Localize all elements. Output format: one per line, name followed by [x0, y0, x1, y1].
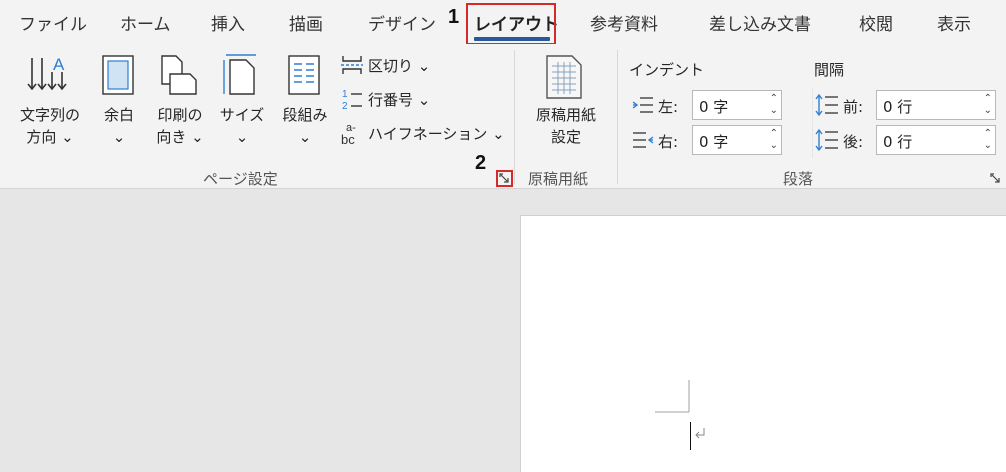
ribbon-tab-bar: ファイル ホーム 挿入 描画 デザイン レイアウト 参考資料 差し込み文書 校閲… — [0, 0, 1006, 45]
group-divider — [514, 50, 515, 184]
spacing-after-value: 0 行 — [883, 133, 913, 151]
tab-design[interactable]: デザイン — [368, 10, 436, 35]
spin-up-icon[interactable]: ⌃ — [770, 129, 778, 139]
tab-mailings[interactable]: 差し込み文書 — [709, 10, 811, 35]
spin-down-icon[interactable]: ⌄ — [984, 141, 992, 151]
paragraph-mark-icon — [695, 428, 705, 439]
columns-icon — [288, 55, 320, 95]
spacing-before-label: 前: — [843, 98, 864, 116]
tab-insert[interactable]: 挿入 — [211, 10, 245, 35]
tab-file[interactable]: ファイル — [19, 10, 87, 35]
tab-home[interactable]: ホーム — [120, 10, 171, 35]
page-size-icon — [223, 54, 256, 95]
manuscript-settings-label-1: 原稿用紙 — [535, 106, 596, 124]
indent-right-spinner[interactable]: 0 字 ⌃ ⌄ — [692, 125, 782, 155]
spacing-heading: 間隔 — [814, 61, 845, 79]
indent-heading: インデント — [629, 61, 705, 79]
hyphenation-icon: a- bc — [341, 122, 356, 146]
manuscript-settings-button[interactable]: 原稿用紙 設定 — [526, 104, 606, 148]
columns-button[interactable]: 段組み ⌄ — [274, 104, 336, 148]
svg-text:A: A — [53, 55, 65, 74]
margins-button[interactable]: 余白 ⌄ — [94, 104, 144, 148]
orientation-icon — [161, 55, 197, 95]
text-direction-icon: A — [27, 55, 67, 91]
page-setup-group-label: ページ設定 — [203, 170, 278, 188]
columns-label-1: 段組み — [282, 106, 328, 124]
svg-text:2: 2 — [342, 101, 348, 111]
breaks-icon — [341, 56, 363, 74]
margins-icon — [102, 55, 134, 95]
manuscript-group-label: 原稿用紙 — [528, 170, 589, 188]
indent-left-label: 左: — [658, 98, 679, 116]
text-cursor — [690, 422, 691, 450]
annotation-highlight-box — [466, 3, 556, 45]
svg-text:1: 1 — [342, 89, 348, 100]
orientation-label-2: 向き ⌄ — [156, 128, 204, 146]
spin-down-icon[interactable]: ⌄ — [770, 141, 778, 151]
tab-draw[interactable]: 描画 — [289, 10, 323, 35]
spin-up-icon[interactable]: ⌃ — [770, 94, 778, 104]
text-direction-button[interactable]: 文字列の 方向 ⌄ — [14, 104, 86, 148]
annotation-step-2: 2 — [475, 152, 487, 174]
indent-left-value: 0 字 — [699, 98, 729, 116]
spin-up-icon[interactable]: ⌃ — [984, 129, 992, 139]
indent-right-icon — [633, 132, 654, 148]
spin-down-icon[interactable]: ⌄ — [984, 106, 992, 116]
line-numbers-icon: 1 2 — [342, 89, 362, 111]
spacing-before-spinner[interactable]: 0 行 ⌃ ⌄ — [876, 90, 996, 120]
breaks-button[interactable]: 区切り ⌄ — [368, 55, 430, 76]
spacing-before-icon — [815, 93, 838, 117]
annotation-highlight-box — [496, 170, 513, 187]
paragraph-group-label: 段落 — [783, 170, 814, 188]
page-size-button[interactable]: サイズ ⌄ — [214, 104, 270, 148]
orientation-label-1: 印刷の — [157, 106, 203, 124]
tab-view[interactable]: 表示 — [937, 10, 971, 35]
margins-label-1: 余白 — [103, 106, 134, 124]
annotation-step-1: 1 — [448, 6, 460, 28]
indent-right-value: 0 字 — [699, 133, 729, 151]
document-page[interactable] — [520, 215, 1006, 472]
indent-left-icon — [632, 97, 653, 113]
text-direction-label-2: 方向 ⌄ — [26, 128, 74, 146]
svg-text:bc: bc — [341, 132, 355, 146]
spacing-before-value: 0 行 — [883, 98, 913, 116]
group-divider — [617, 50, 618, 184]
spacing-after-icon — [815, 128, 838, 152]
page-size-label-1: サイズ — [219, 106, 265, 124]
page-size-label-2: ⌄ — [235, 128, 249, 146]
spin-up-icon[interactable]: ⌃ — [984, 94, 992, 104]
columns-label-2: ⌄ — [298, 128, 312, 146]
indent-right-label: 右: — [658, 133, 679, 151]
paragraph-dialog-launcher-icon[interactable] — [990, 173, 1001, 184]
hyphenation-button[interactable]: ハイフネーション ⌄ — [368, 123, 505, 144]
tab-review[interactable]: 校閲 — [859, 10, 893, 35]
orientation-button[interactable]: 印刷の 向き ⌄ — [150, 104, 210, 148]
spacing-after-spinner[interactable]: 0 行 ⌃ ⌄ — [876, 125, 996, 155]
text-direction-label-1: 文字列の — [19, 106, 80, 124]
ribbon-body: A 文字列の 方向 ⌄ 余白 ⌄ 印刷の 向き ⌄ サイズ ⌄ 段組み ⌄ 区切… — [0, 44, 1006, 189]
margin-corner-mark — [655, 380, 690, 413]
tab-references[interactable]: 参考資料 — [590, 10, 658, 35]
line-numbers-button[interactable]: 行番号 ⌄ — [368, 89, 430, 110]
indent-left-spinner[interactable]: 0 字 ⌃ ⌄ — [692, 90, 782, 120]
manuscript-settings-label-2: 設定 — [550, 128, 581, 146]
spacing-after-label: 後: — [843, 133, 864, 151]
manuscript-paper-icon — [546, 55, 582, 99]
field-divider — [812, 88, 813, 158]
margins-label-2: ⌄ — [112, 128, 126, 146]
spin-down-icon[interactable]: ⌄ — [770, 106, 778, 116]
